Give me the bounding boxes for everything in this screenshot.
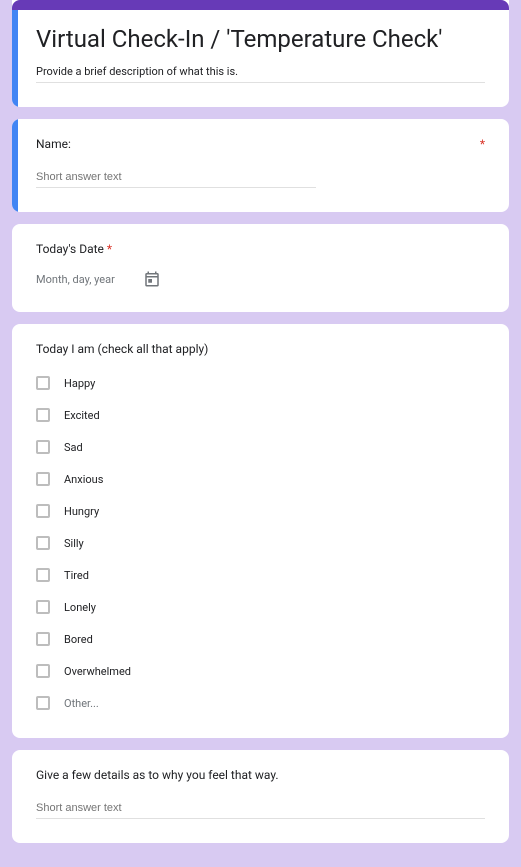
checkbox-bored[interactable]: [36, 632, 50, 646]
checkbox-label: Other...: [64, 697, 99, 710]
checkbox-label: Tired: [64, 569, 89, 582]
form-container: Virtual Check-In / 'Temperature Check' P…: [0, 0, 521, 867]
checkbox-row-lonely[interactable]: Lonely: [36, 600, 485, 614]
checkbox-tired[interactable]: [36, 568, 50, 582]
question-feelings-card: Today I am (check all that apply) Happy …: [12, 324, 509, 738]
name-input[interactable]: [36, 169, 316, 188]
checkbox-row-excited[interactable]: Excited: [36, 408, 485, 422]
checkbox-row-overwhelmed[interactable]: Overwhelmed: [36, 664, 485, 678]
checkbox-sad[interactable]: [36, 440, 50, 454]
checkbox-label: Silly: [64, 537, 84, 550]
required-star: *: [480, 137, 485, 151]
checkbox-row-bored[interactable]: Bored: [36, 632, 485, 646]
checkbox-lonely[interactable]: [36, 600, 50, 614]
checkbox-row-tired[interactable]: Tired: [36, 568, 485, 582]
checkbox-label: Bored: [64, 633, 93, 646]
question-name-label: Name:: [36, 137, 485, 151]
required-star: *: [107, 242, 112, 256]
question-left-accent: [12, 119, 18, 212]
question-details-card: Give a few details as to why you feel th…: [12, 750, 509, 843]
calendar-icon[interactable]: [143, 270, 161, 288]
header-left-accent: [12, 10, 18, 107]
form-header-card: Virtual Check-In / 'Temperature Check' P…: [12, 0, 509, 107]
checkbox-happy[interactable]: [36, 376, 50, 390]
checkbox-label: Hungry: [64, 505, 99, 518]
question-date-label-text: Today's Date: [36, 242, 104, 256]
checkbox-hungry[interactable]: [36, 504, 50, 518]
details-input[interactable]: [36, 800, 485, 819]
form-title: Virtual Check-In / 'Temperature Check': [36, 24, 485, 55]
header-top-accent: [12, 0, 509, 10]
checkbox-overwhelmed[interactable]: [36, 664, 50, 678]
checkbox-label: Overwhelmed: [64, 665, 131, 678]
checkbox-row-silly[interactable]: Silly: [36, 536, 485, 550]
checkbox-label: Happy: [64, 377, 95, 390]
date-input-placeholder[interactable]: Month, day, year: [36, 273, 115, 286]
checkbox-row-sad[interactable]: Sad: [36, 440, 485, 454]
checkbox-label: Sad: [64, 441, 83, 454]
checkbox-anxious[interactable]: [36, 472, 50, 486]
date-row: Month, day, year: [36, 270, 485, 288]
checkbox-silly[interactable]: [36, 536, 50, 550]
checkbox-row-hungry[interactable]: Hungry: [36, 504, 485, 518]
checkbox-row-other[interactable]: Other...: [36, 696, 485, 710]
checkbox-row-anxious[interactable]: Anxious: [36, 472, 485, 486]
question-name-card: Name: *: [12, 119, 509, 212]
question-details-label: Give a few details as to why you feel th…: [36, 768, 485, 782]
checkbox-other[interactable]: [36, 696, 50, 710]
question-feelings-label: Today I am (check all that apply): [36, 342, 485, 356]
form-description: Provide a brief description of what this…: [36, 65, 485, 83]
checkbox-excited[interactable]: [36, 408, 50, 422]
checkbox-label: Excited: [64, 409, 100, 422]
question-date-card: Today's Date * Month, day, year: [12, 224, 509, 312]
checkbox-label: Anxious: [64, 473, 103, 486]
checkbox-row-happy[interactable]: Happy: [36, 376, 485, 390]
checkbox-label: Lonely: [64, 601, 96, 614]
question-date-label: Today's Date *: [36, 242, 485, 256]
